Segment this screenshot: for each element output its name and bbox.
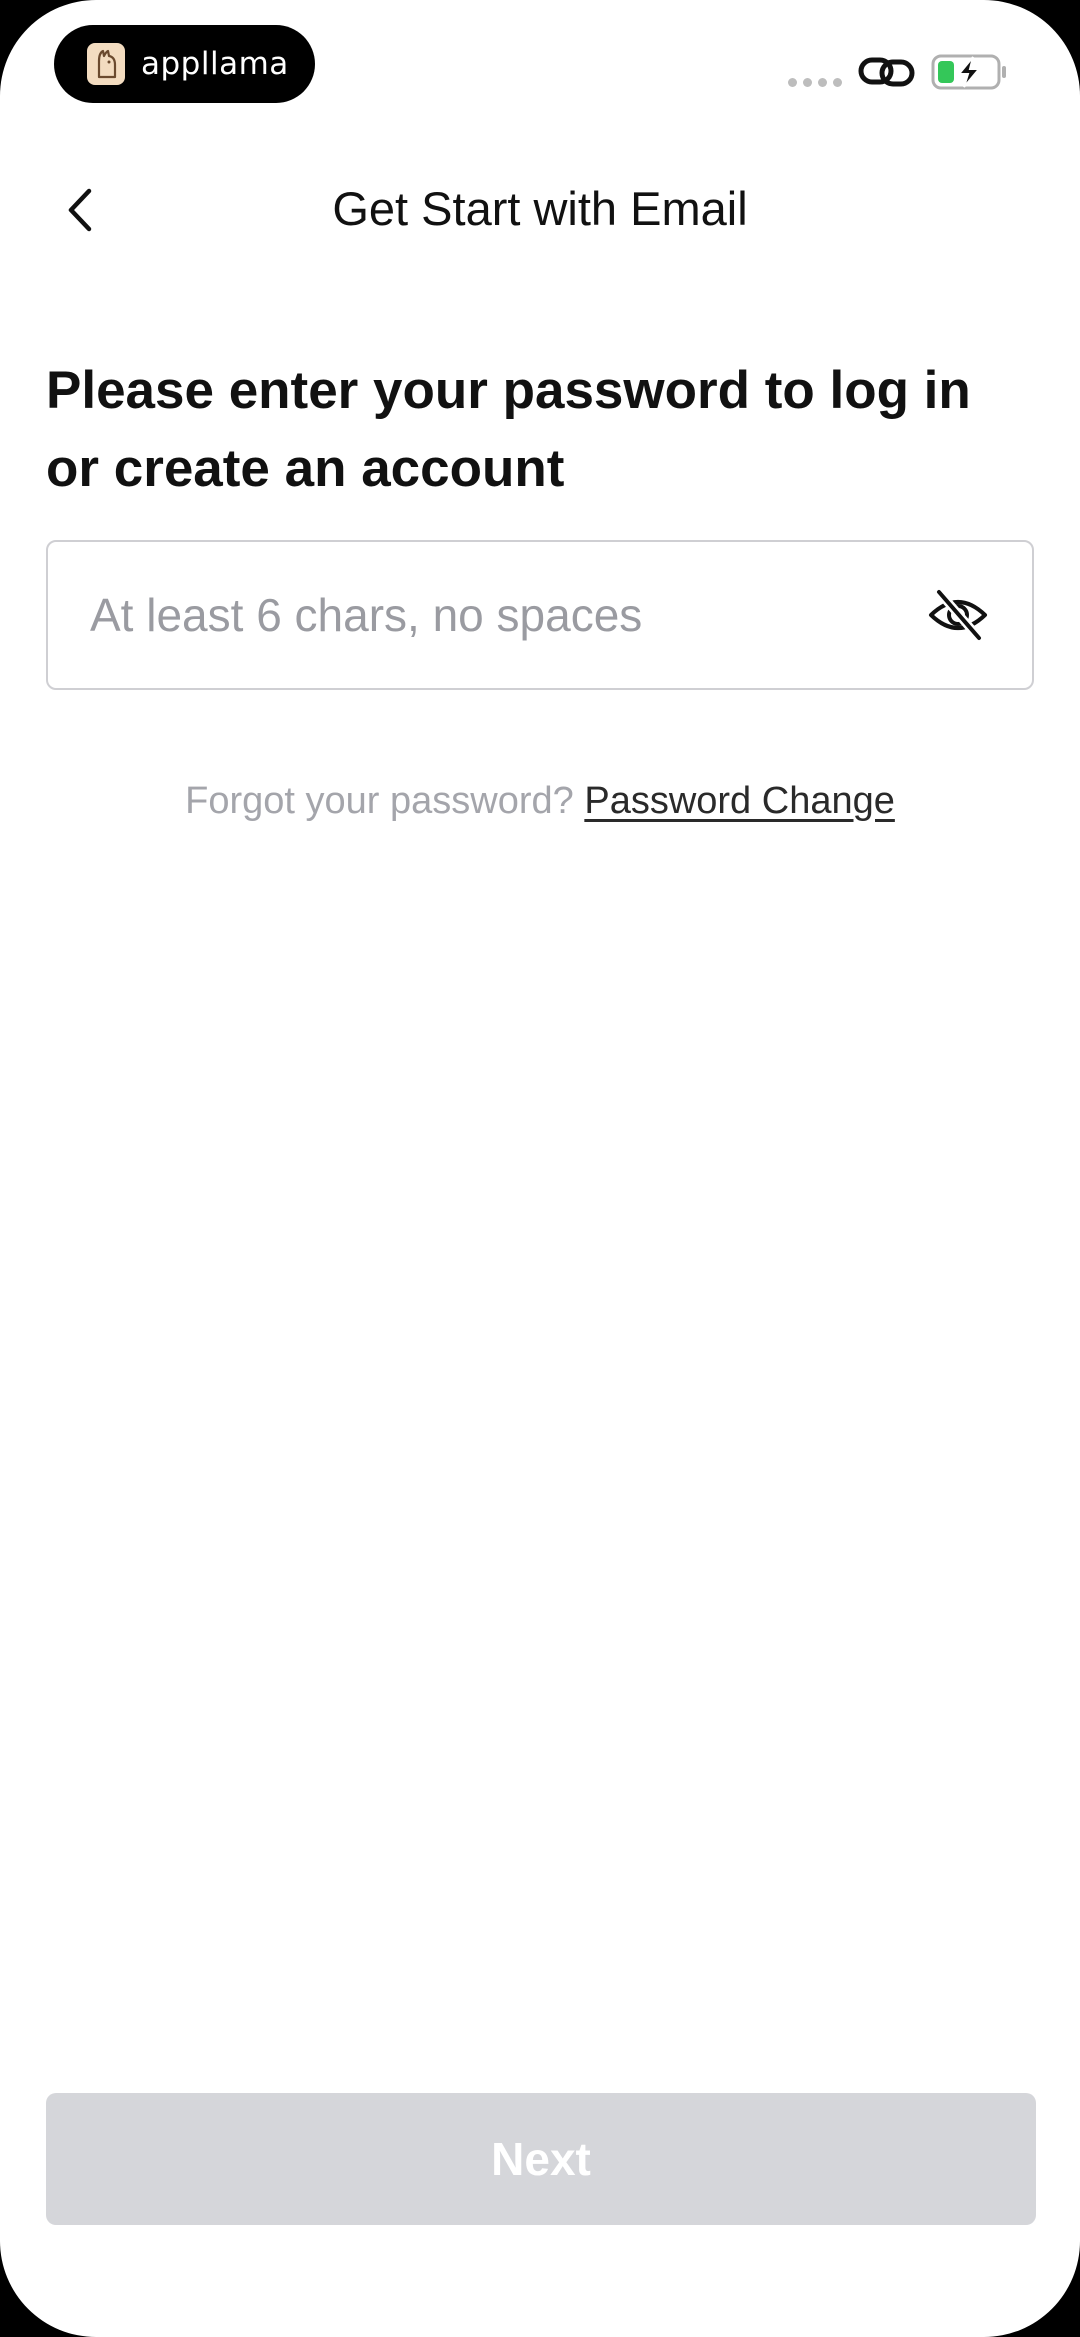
signal-dots-icon	[788, 78, 842, 87]
battery-charging-icon	[931, 52, 1009, 92]
next-button[interactable]: Next	[46, 2093, 1036, 2225]
brand-name: appllama	[141, 46, 289, 82]
password-field-container	[46, 540, 1034, 690]
password-change-link[interactable]: Password Change	[584, 780, 895, 822]
page-title: Get Start with Email	[332, 182, 748, 235]
link-icon	[858, 52, 916, 92]
headline: Please enter your password to log in or …	[46, 361, 971, 498]
password-input[interactable]	[90, 542, 910, 688]
eye-off-icon	[929, 587, 987, 643]
brand-pill: appllama	[54, 25, 315, 103]
app-screen: appllama Get Start with Email Please ent…	[0, 0, 1080, 2337]
forgot-password-row: Forgot your password? Password Change	[0, 775, 1080, 827]
forgot-password-text: Forgot your password?	[185, 780, 574, 822]
password-visibility-toggle[interactable]	[926, 585, 990, 645]
llama-logo-icon	[87, 43, 125, 85]
